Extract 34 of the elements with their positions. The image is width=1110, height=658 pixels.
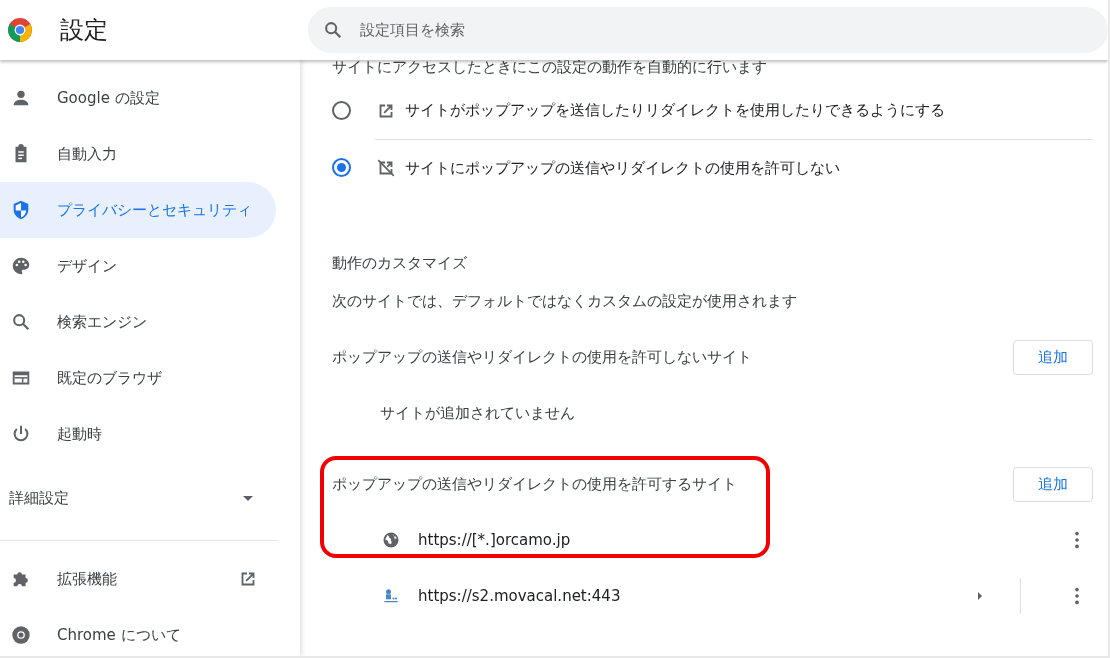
- caret-down-icon: [243, 495, 253, 501]
- page-title: 設定: [60, 15, 109, 46]
- sidebar-item[interactable]: 検索エンジン: [0, 294, 276, 350]
- sidebar-item[interactable]: 起動時: [0, 406, 276, 462]
- blocked-link-icon: [375, 157, 397, 179]
- search-field[interactable]: 設定項目を検索: [308, 7, 1108, 53]
- chrome-logo-icon: [7, 17, 33, 43]
- radio-button[interactable]: [332, 158, 351, 177]
- sidebar-item[interactable]: 拡張機能: [0, 551, 276, 607]
- search-icon: [10, 311, 32, 333]
- chrome-logo-icon: [10, 624, 32, 646]
- site-url: https://[*.]orcamo.jp: [418, 531, 571, 549]
- sidebar-item[interactable]: 既定のブラウザ: [0, 350, 276, 406]
- search-icon: [322, 19, 344, 41]
- intro-text: サイトにアクセスしたときにこの設定の動作を自動的に行います: [332, 58, 768, 76]
- option-label: サイトにポップアップの送信やリダイレクトの使用を許可しない: [405, 158, 840, 178]
- sidebar-item[interactable]: プライバシーとセキュリティ: [0, 182, 276, 238]
- globe-icon: [381, 530, 401, 550]
- list-title: ポップアップの送信やリダイレクトの使用を許可しないサイト: [332, 347, 752, 367]
- radio-button[interactable]: [332, 101, 351, 120]
- sidebar-item[interactable]: Google の設定: [0, 70, 276, 126]
- empty-list-text: サイトが追加されていません: [379, 403, 576, 424]
- sidebar-item[interactable]: 自動入力: [0, 126, 276, 182]
- palette-icon: [10, 255, 32, 277]
- sidebar-item[interactable]: デザイン: [0, 238, 276, 294]
- option-label: サイトがポップアップを送信したりリダイレクトを使用したりできるようにする: [405, 101, 945, 120]
- section-heading: 動作のカスタマイズ: [332, 254, 468, 274]
- site-url: https://s2.movacal.net:443: [418, 587, 621, 605]
- section-description: 次のサイトでは、デフォルトではなくカスタムの設定が使用されます: [332, 292, 798, 312]
- add-button[interactable]: 追加: [1013, 466, 1093, 502]
- list-title: ポップアップの送信やリダイレクトの使用を許可するサイト: [332, 474, 737, 494]
- sidebar-item[interactable]: Chrome について: [0, 607, 276, 656]
- add-button[interactable]: 追加: [1013, 339, 1093, 375]
- advanced-settings-expander[interactable]: 詳細設定: [0, 462, 270, 526]
